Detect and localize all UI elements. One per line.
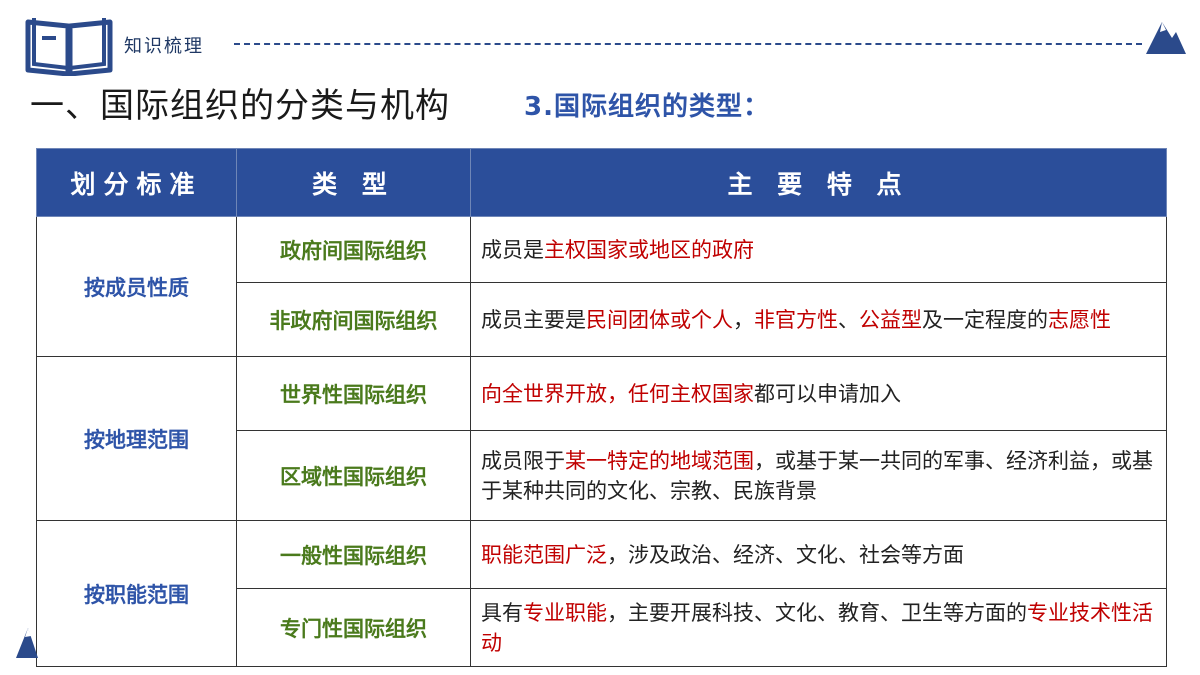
feature-cell: 职能范围广泛，涉及政治、经济、文化、社会等方面 <box>470 520 1167 589</box>
highlight-text: 公益型 <box>859 307 922 332</box>
page-title: 一、国际组织的分类与机构 <box>30 86 450 126</box>
type-cell: 一般性国际组织 <box>236 520 471 589</box>
org-types-table: 划分标准 类 型 主 要 特 点 按成员性质 政府间国际组织 成员是主权国家或地… <box>36 148 1167 667</box>
feature-text: 、 <box>838 307 859 332</box>
highlight-text: 主权国家或地区的政府 <box>544 237 754 262</box>
header-type: 类 型 <box>236 148 471 217</box>
feature-cell: 成员限于某一特定的地域范围，或基于某一共同的军事、经济利益，或基于某种共同的文化… <box>470 430 1167 521</box>
highlight-text: 向全世界开放，任何主权国家 <box>481 381 754 406</box>
criterion-cell: 按职能范围 <box>36 520 237 667</box>
feature-text: 成员是 <box>481 237 544 262</box>
feature-text: 成员主要是 <box>481 307 586 332</box>
header-label: 知识梳理 <box>124 36 204 57</box>
feature-text: 具有 <box>481 600 523 625</box>
table-header-row: 划分标准 类 型 主 要 特 点 <box>36 148 1167 217</box>
feature-text: 都可以申请加入 <box>754 381 901 406</box>
feature-text: ， <box>733 307 754 332</box>
header-criterion: 划分标准 <box>36 148 237 217</box>
type-cell: 政府间国际组织 <box>236 216 471 283</box>
highlight-text: 职能范围广泛 <box>481 542 607 567</box>
type-cell: 专门性国际组织 <box>236 588 471 667</box>
criterion-cell: 按地理范围 <box>36 356 237 521</box>
highlight-text: 专业职能 <box>523 600 607 625</box>
header-divider <box>234 43 1142 45</box>
feature-cell: 具有专业职能，主要开展科技、文化、教育、卫生等方面的专业技术性活动 <box>470 588 1167 667</box>
highlight-text: 非官方性 <box>754 307 838 332</box>
highlight-text: 某一特定的地域范围 <box>565 448 754 473</box>
type-cell: 非政府间国际组织 <box>236 282 471 357</box>
highlight-text: 志愿性 <box>1048 307 1111 332</box>
type-cell: 世界性国际组织 <box>236 356 471 431</box>
table-row: 按地理范围 世界性国际组织 向全世界开放，任何主权国家都可以申请加入 <box>36 356 1167 521</box>
mountain-icon <box>1146 22 1186 54</box>
feature-text: ，主要开展科技、文化、教育、卫生等方面的 <box>607 600 1027 625</box>
criterion-cell: 按成员性质 <box>36 216 237 357</box>
header-feature: 主 要 特 点 <box>470 148 1167 217</box>
feature-cell: 成员主要是民间团体或个人，非官方性、公益型及一定程度的志愿性 <box>470 282 1167 357</box>
feature-cell: 成员是主权国家或地区的政府 <box>470 216 1167 283</box>
feature-cell: 向全世界开放，任何主权国家都可以申请加入 <box>470 356 1167 431</box>
feature-text: ，涉及政治、经济、文化、社会等方面 <box>607 542 964 567</box>
section-subtitle: 3.国际组织的类型： <box>524 92 770 122</box>
open-book-icon <box>25 18 113 76</box>
type-cell: 区域性国际组织 <box>236 430 471 521</box>
table-row: 按成员性质 政府间国际组织 成员是主权国家或地区的政府 <box>36 216 1167 357</box>
corner-mountain-icon <box>16 628 38 658</box>
table-row: 按职能范围 一般性国际组织 职能范围广泛，涉及政治、经济、文化、社会等方面 <box>36 520 1167 667</box>
feature-text: 及一定程度的 <box>922 307 1048 332</box>
feature-text: 成员限于 <box>481 448 565 473</box>
highlight-text: 民间团体或个人 <box>586 307 733 332</box>
